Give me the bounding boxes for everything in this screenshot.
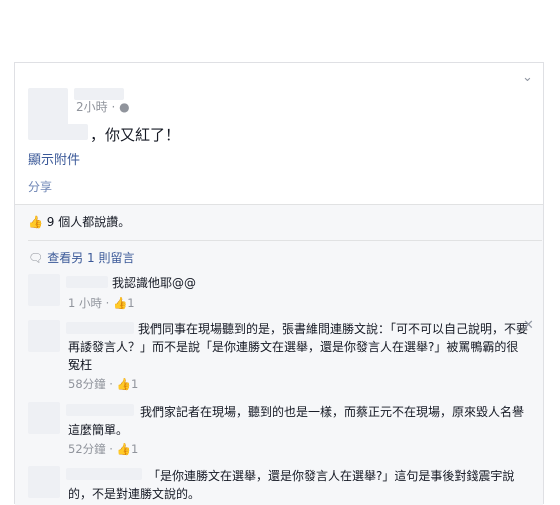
tagged-name[interactable] <box>28 124 88 140</box>
comment-like-count: 1 <box>130 377 139 391</box>
comment-text: 我認識他耶@@ <box>112 276 197 290</box>
comment-meta: 52分鐘 · 👍1 <box>68 441 138 457</box>
post-text: ，你又紅了！ <box>90 126 181 144</box>
comment-time[interactable]: 1 小時 · <box>68 296 109 310</box>
view-more-comments[interactable]: 🗨 查看另 1 則留言 <box>28 249 135 266</box>
likes-text: 9 個人都說讚。 <box>46 215 131 229</box>
comment-meta: 1 小時 · 👍1 <box>68 295 135 311</box>
post-meta: 2小時 · ● <box>76 98 130 115</box>
share-link[interactable]: 分享 <box>28 178 52 195</box>
comment-like-count: 1 <box>130 442 139 456</box>
comment-text-content: 我們家記者在現場，聽到的也是一樣，而蔡正元不在現場，原來毀人名譽這麼簡單。 <box>68 405 525 437</box>
divider <box>28 240 542 241</box>
thumbs-up-icon[interactable]: 👍 <box>117 377 131 391</box>
comment-avatar[interactable] <box>28 466 60 498</box>
comment-text-content: 「是你連勝文在選舉，還是你發言人在選舉?」這句是事後對錢震宇說的，不是對連勝文說… <box>68 469 515 501</box>
thumbs-up-icon: 👍 <box>28 215 43 229</box>
likes-summary[interactable]: 👍 9 個人都說讚。 <box>28 213 130 230</box>
post-time[interactable]: 2小時 · <box>76 100 115 114</box>
comment-avatar[interactable] <box>28 320 60 352</box>
top-blank-area <box>0 0 560 60</box>
chevron-down-icon[interactable]: ⌄ <box>522 70 533 85</box>
comment-text: 我們家記者在現場，聽到的也是一樣，而蔡正元不在現場，原來毀人名譽這麼簡單。 <box>68 403 528 439</box>
thumbs-up-icon[interactable]: 👍 <box>113 296 127 310</box>
comment-meta: 58分鐘 · 👍1 <box>68 376 138 392</box>
close-icon[interactable]: ✕ <box>523 318 534 333</box>
comment-avatar[interactable] <box>28 274 60 306</box>
comment-time[interactable]: 58分鐘 · <box>68 377 113 391</box>
comment-text: 我們同事在現場聽到的是，張書維問連勝文說：「可不可以自己說明，不要再諉發言人？」… <box>68 320 528 374</box>
comment-avatar[interactable] <box>28 402 60 434</box>
comment-text: 「是你連勝文在選舉，還是你發言人在選舉?」這句是事後對錢震宇說的，不是對連勝文說… <box>68 467 528 503</box>
comment-text-content: 我們同事在現場聽到的是，張書維問連勝文說：「可不可以自己說明，不要再諉發言人？」… <box>68 322 529 372</box>
avatar[interactable] <box>28 88 68 128</box>
comment-author[interactable] <box>66 276 108 288</box>
comment-icon: 🗨 <box>28 251 44 265</box>
show-attachment-link[interactable]: 顯示附件 <box>28 149 80 168</box>
comment-time[interactable]: 52分鐘 · <box>68 442 113 456</box>
thumbs-up-icon[interactable]: 👍 <box>117 442 131 456</box>
globe-icon: ● <box>119 100 130 114</box>
view-more-label: 查看另 1 則留言 <box>47 251 135 265</box>
comment-like-count: 1 <box>127 296 135 310</box>
